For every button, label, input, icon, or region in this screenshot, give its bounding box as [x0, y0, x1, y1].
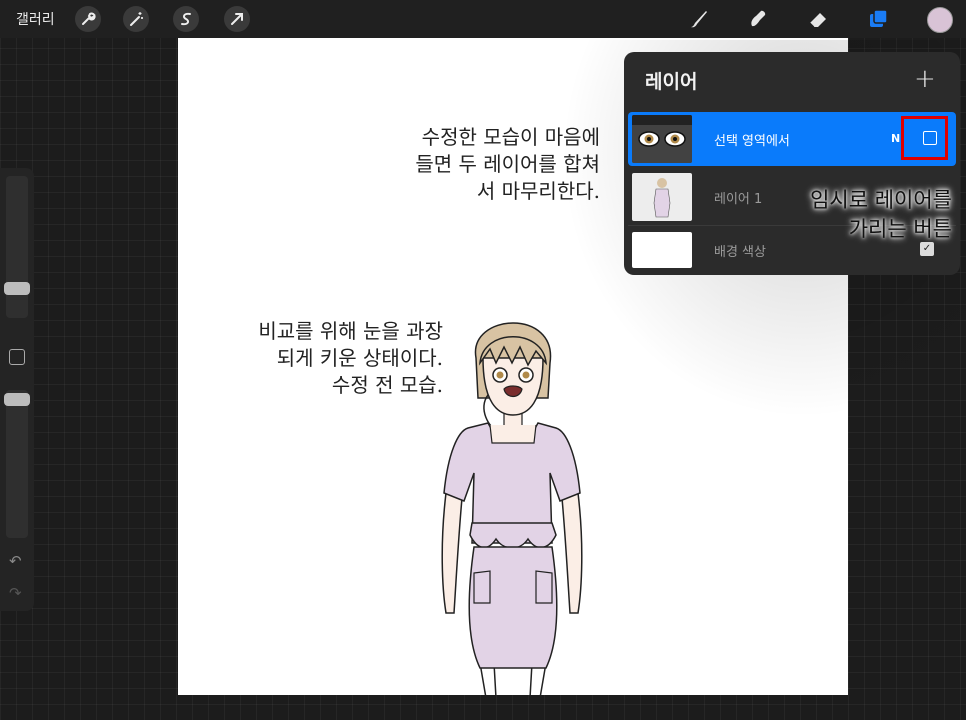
- layer-name: 배경 색상: [714, 245, 766, 260]
- layer-name: 레이어 1: [714, 192, 763, 207]
- annotation-label: 임시로 레이어를 가리는 버튼: [810, 188, 952, 241]
- eraser-icon[interactable]: [805, 6, 831, 32]
- undo-icon[interactable]: ↶: [9, 552, 22, 570]
- modify-button[interactable]: [9, 349, 25, 365]
- visibility-highlight-box: [901, 116, 948, 160]
- blend-mode-label[interactable]: N: [891, 132, 900, 145]
- top-toolbar: 갤러리: [0, 0, 966, 38]
- add-layer-button[interactable]: +: [914, 64, 936, 94]
- selection-icon[interactable]: [173, 6, 199, 32]
- opacity-slider[interactable]: [6, 390, 28, 538]
- layers-icon[interactable]: [866, 6, 892, 32]
- canvas-note-top: 수정한 모습이 마음에 들면 두 레이어를 합쳐 서 마무리한다.: [415, 125, 600, 203]
- brush-size-thumb[interactable]: [4, 282, 30, 295]
- gallery-button[interactable]: 갤러리: [16, 9, 55, 29]
- brush-size-slider[interactable]: [6, 176, 28, 318]
- redo-icon[interactable]: ↷: [9, 584, 22, 602]
- opacity-thumb[interactable]: [4, 393, 30, 406]
- character-illustration: [441, 322, 583, 695]
- background-color-swatch: [632, 232, 692, 268]
- layers-panel-title: 레이어: [645, 71, 698, 93]
- canvas-note-mid: 비교를 위해 눈을 과장 되게 키운 상태이다. 수정 전 모습.: [258, 319, 443, 397]
- color-picker-button[interactable]: [927, 7, 953, 33]
- left-sidebar: ↶ ↷: [0, 168, 34, 611]
- magic-wand-icon[interactable]: [123, 6, 149, 32]
- layer-thumbnail: [632, 173, 692, 221]
- wrench-icon[interactable]: [75, 6, 101, 32]
- brush-icon[interactable]: [686, 6, 712, 32]
- smudge-icon[interactable]: [745, 6, 771, 32]
- layer-name: 선택 영역에서: [714, 134, 790, 149]
- background-visibility-checkbox[interactable]: ✓: [920, 242, 934, 256]
- layer-thumbnail: [632, 115, 692, 163]
- transform-arrow-icon[interactable]: [224, 6, 250, 32]
